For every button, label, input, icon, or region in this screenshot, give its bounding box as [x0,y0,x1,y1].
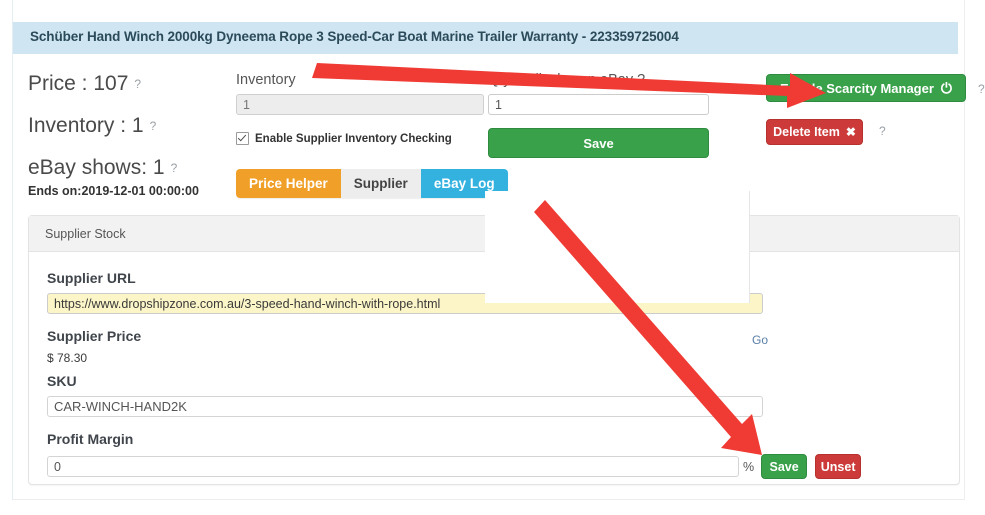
item-actions: Enable Scarcity Manager ⏻ ? Delete Item … [766,74,985,145]
supplier-price-label: Supplier Price [47,328,142,344]
supplier-inventory-checking-row[interactable]: Enable Supplier Inventory Checking [236,132,484,145]
supplier-tabs: Price Helper Supplier eBay Log [236,169,508,198]
scarcity-help-icon[interactable]: ? [978,82,985,96]
price-summary: Price : 107? [28,72,233,96]
qty-input[interactable] [488,94,709,115]
supplier-inventory-checking-label: Enable Supplier Inventory Checking [255,132,452,145]
profit-margin-save-button[interactable]: Save [761,454,808,479]
inventory-help-icon[interactable]: ? [150,119,157,133]
close-x-icon: ✖ [845,125,856,139]
profit-margin-unset-button[interactable]: Unset [815,454,862,479]
listing-title-bar: Schüber Hand Winch 2000kg Dyneema Rope 3… [13,22,958,54]
delete-item-label: Delete Item [773,125,840,139]
inventory-input[interactable] [236,94,484,115]
profit-margin-input[interactable] [47,456,739,477]
ends-on-text: Ends on:2019-12-01 00:00:00 [28,184,199,198]
price-summary-text: Price : 107 [28,72,129,95]
profit-margin-row: % Save Unset [47,454,941,479]
enable-scarcity-manager-button[interactable]: Enable Scarcity Manager ⏻ [766,74,966,102]
checkbox-checked-icon[interactable] [236,132,249,145]
delete-item-button[interactable]: Delete Item ✖ [766,119,863,145]
qty-form: Qty to display on eBay ? Save [488,72,709,158]
inventory-field-label: Inventory [236,72,296,88]
listing-summary: Price : 107? Inventory : 1? eBay shows: … [28,72,233,198]
inventory-summary: Inventory : 1? [28,114,233,138]
supplier-url-go-link[interactable]: Go [752,333,768,347]
tab-supplier[interactable]: Supplier [340,169,421,198]
sku-label: SKU [47,373,77,389]
page-title: Schüber Hand Winch 2000kg Dyneema Rope 3… [30,29,679,44]
ebay-shows-text: eBay shows: 1 [28,156,165,179]
profit-margin-label: Profit Margin [47,431,134,447]
tab-content-overlay [485,191,750,303]
ebay-shows-summary: eBay shows: 1? [28,156,233,180]
qty-field-label-text: Qty to display on eBay [488,72,634,88]
percent-sign: % [743,459,755,474]
inventory-summary-text: Inventory : 1 [28,114,144,137]
qty-help-icon[interactable]: ? [637,72,645,88]
screenshot-root: Schüber Hand Winch 2000kg Dyneema Rope 3… [0,0,985,515]
sku-input[interactable] [47,396,763,417]
save-button[interactable]: Save [488,128,709,158]
power-icon: ⏻ [940,80,952,96]
tab-price-helper[interactable]: Price Helper [236,169,341,198]
delete-item-help-icon[interactable]: ? [879,124,886,138]
qty-field-label: Qty to display on eBay ? [488,72,709,88]
price-help-icon[interactable]: ? [134,77,141,91]
enable-scarcity-manager-label: Enable Scarcity Manager [780,80,934,96]
ebay-shows-help-icon[interactable]: ? [171,161,178,175]
supplier-price-value: $ 78.30 [47,351,88,365]
inventory-form: Inventory Enable Supplier Inventory Chec… [236,72,484,145]
